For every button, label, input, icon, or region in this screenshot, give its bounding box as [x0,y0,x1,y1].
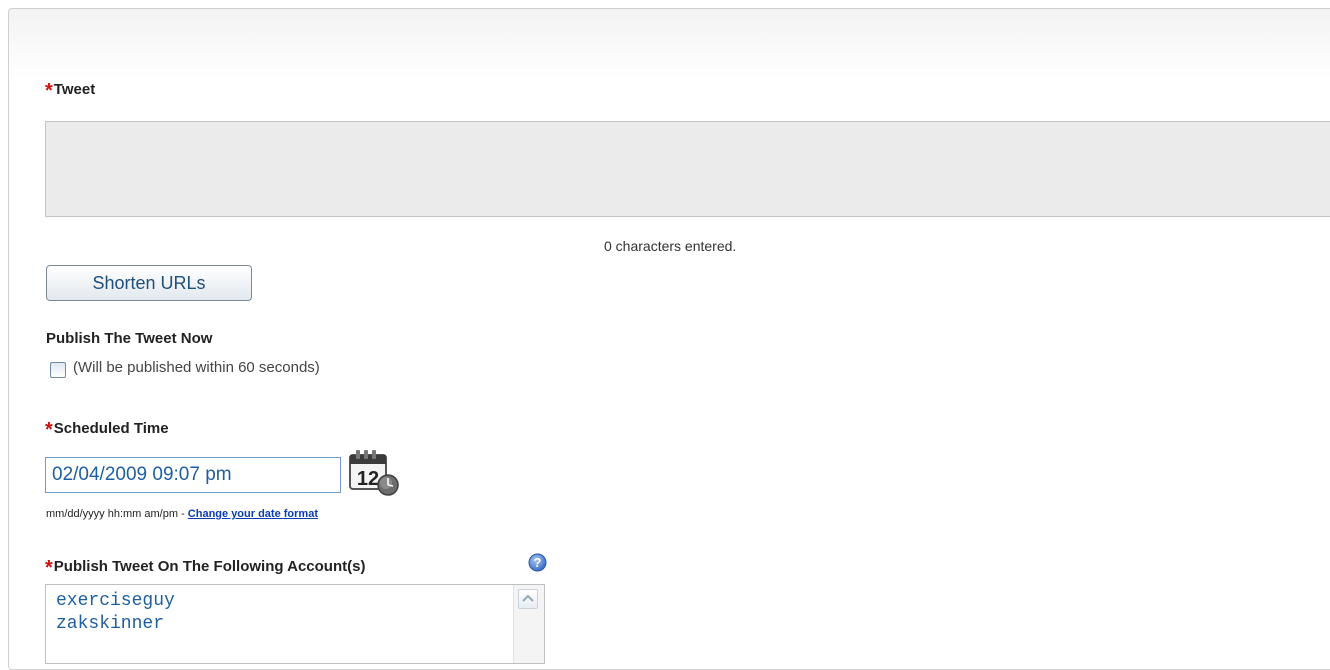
required-marker: * [45,557,53,579]
accounts-scrollbar[interactable] [513,585,544,663]
scheduled-time-input[interactable] [45,457,341,493]
account-option[interactable]: zakskinner [56,614,164,634]
date-format-hint: mm/dd/yyyy hh:mm am/pm - Change your dat… [46,508,318,520]
change-date-format-link[interactable]: Change your date format [188,508,318,520]
shorten-urls-button[interactable]: Shorten URLs [46,265,252,301]
publish-now-checkbox-label: (Will be published within 60 seconds) [73,359,320,376]
required-marker: * [45,419,53,441]
accounts-label: *Publish Tweet On The Following Account(… [45,557,365,580]
tweet-label-text: Tweet [53,81,96,98]
accounts-label-text: Publish Tweet On The Following Account(s… [53,558,366,575]
accounts-listbox[interactable]: exerciseguy zakskinner [45,584,545,664]
publish-now-checkbox[interactable] [50,362,66,378]
scheduled-time-label-text: Scheduled Time [53,420,169,437]
scheduled-time-label: *Scheduled Time [45,419,169,442]
svg-text:?: ? [534,555,542,570]
help-icon[interactable]: ? [528,553,547,572]
scroll-up-button[interactable] [518,589,538,609]
account-option[interactable]: exerciseguy [56,591,175,611]
calendar-day-text: 12 [357,468,379,490]
date-format-text: mm/dd/yyyy hh:mm am/pm - [46,508,188,520]
chevron-up-icon [522,594,534,602]
publish-now-label: Publish The Tweet Now [46,330,213,347]
tweet-textarea[interactable] [45,121,1330,217]
required-marker: * [45,80,53,102]
tweet-label: *Tweet [45,80,95,103]
character-count: 0 characters entered. [604,238,737,254]
calendar-icon[interactable]: 12 [348,449,400,497]
